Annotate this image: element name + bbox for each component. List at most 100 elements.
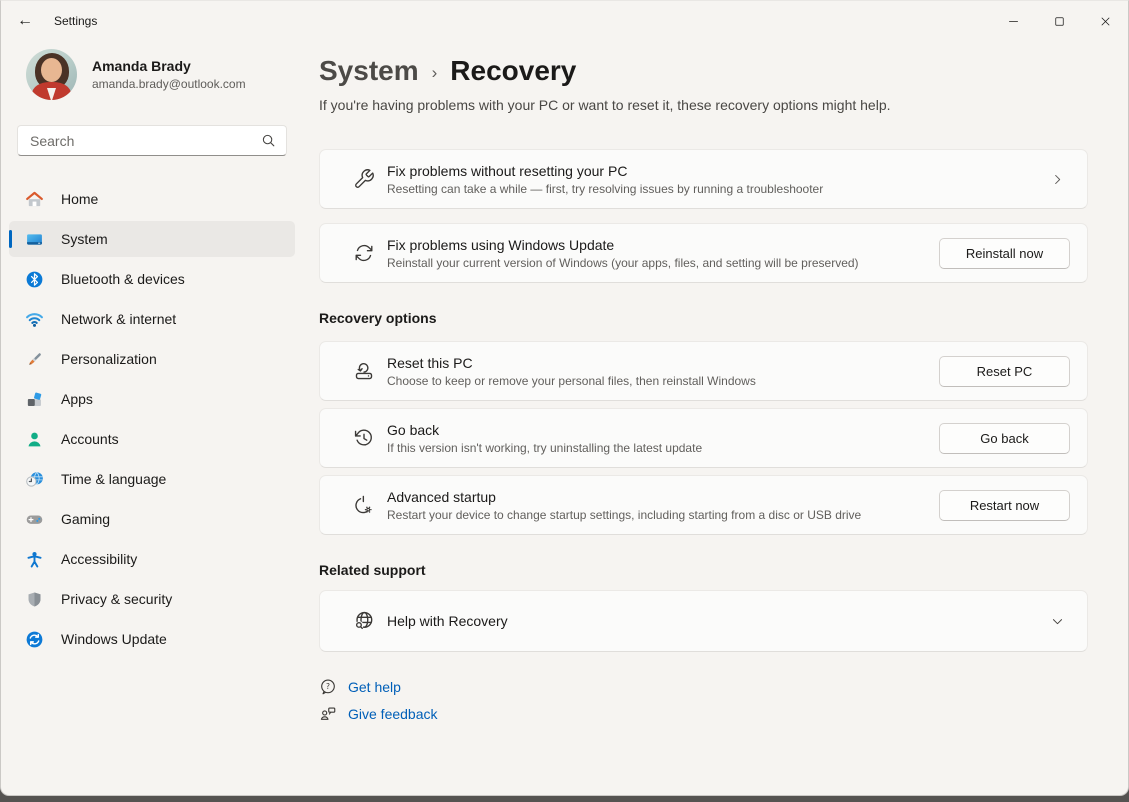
sidebar-item-system[interactable]: System [9,221,295,257]
sidebar-item-label: Apps [61,391,93,407]
maximize-button[interactable] [1036,1,1082,41]
search-icon [261,133,276,148]
wrench-icon [353,168,375,190]
back-button[interactable]: ← [6,4,44,38]
footer-link-label: Give feedback [348,706,438,722]
accounts-icon [25,430,44,449]
card-help-with-recovery[interactable]: Help with Recovery [319,590,1088,652]
card-title: Go back [387,422,939,438]
reinstall-now-button[interactable]: Reinstall now [939,238,1070,269]
avatar [26,49,77,100]
main-content: System › Recovery If you're having probl… [319,41,1128,795]
feedback-icon [319,705,337,723]
profile-name: Amanda Brady [92,58,246,74]
card-description: If this version isn't working, try unins… [387,441,939,455]
sidebar-item-label: Accessibility [61,551,137,567]
sidebar-item-gaming[interactable]: Gaming [9,501,295,537]
card-fix-windows-update: Fix problems using Windows Update Reinst… [319,223,1088,283]
sidebar-item-personalization[interactable]: Personalization [9,341,295,377]
breadcrumb: System › Recovery [319,55,1088,87]
sidebar-item-label: Gaming [61,511,110,527]
sidebar-item-bluetooth[interactable]: Bluetooth & devices [9,261,295,297]
sidebar: Amanda Brady amanda.brady@outlook.com Ho… [1,41,303,795]
breadcrumb-chevron-icon: › [432,63,438,83]
sidebar-item-privacy[interactable]: Privacy & security [9,581,295,617]
card-description: Choose to keep or remove your personal f… [387,374,939,388]
breadcrumb-parent[interactable]: System [319,55,419,87]
sidebar-item-time-language[interactable]: Time & language [9,461,295,497]
gaming-icon [25,510,44,529]
card-description: Reinstall your current version of Window… [387,256,939,270]
chevron-right-icon [1050,172,1065,187]
close-icon [1098,14,1113,29]
sidebar-item-apps[interactable]: Apps [9,381,295,417]
windows-update-icon [25,630,44,649]
network-icon [25,310,44,329]
sidebar-item-network[interactable]: Network & internet [9,301,295,337]
card-title: Help with Recovery [387,613,1050,629]
top-cards: Fix problems without resetting your PC R… [319,149,1088,283]
recovery-options-group: Reset this PC Choose to keep or remove y… [319,341,1088,535]
footer-link-label: Get help [348,679,401,695]
sidebar-item-label: Personalization [61,351,157,367]
history-icon [353,427,375,449]
maximize-icon [1052,14,1067,29]
sidebar-item-label: System [61,231,108,247]
power-gear-icon [353,494,375,516]
titlebar: ← Settings [1,1,1128,41]
card-title: Reset this PC [387,355,939,371]
apps-icon [25,390,44,409]
sidebar-item-accounts[interactable]: Accounts [9,421,295,457]
sidebar-item-windows-update[interactable]: Windows Update [9,621,295,657]
sidebar-item-label: Privacy & security [61,591,172,607]
search-input[interactable] [30,133,261,149]
section-heading-related-support: Related support [319,562,1088,578]
sidebar-item-label: Accounts [61,431,119,447]
sidebar-nav: Home System Bluetooth & devices Network … [1,181,303,657]
minimize-button[interactable] [990,1,1036,41]
sidebar-item-label: Bluetooth & devices [61,271,185,287]
reset-pc-icon [353,360,375,382]
card-advanced-startup: Advanced startup Restart your device to … [319,475,1088,535]
bluetooth-icon [25,270,44,289]
card-fix-without-resetting[interactable]: Fix problems without resetting your PC R… [319,149,1088,209]
accessibility-icon [25,550,44,569]
profile-email: amanda.brady@outlook.com [92,77,246,91]
reset-pc-button[interactable]: Reset PC [939,356,1070,387]
window-title: Settings [54,14,97,28]
sidebar-item-label: Network & internet [61,311,176,327]
page-description: If you're having problems with your PC o… [319,97,1088,113]
footer-links: ? Get help Give feedback [319,678,1088,723]
sync-icon [353,242,375,264]
card-description: Resetting can take a while — first, try … [387,182,1050,196]
card-title: Fix problems using Windows Update [387,237,939,253]
home-icon [25,190,44,209]
personalization-icon [25,350,44,369]
close-button[interactable] [1082,1,1128,41]
system-icon [25,230,44,249]
card-reset-this-pc: Reset this PC Choose to keep or remove y… [319,341,1088,401]
sidebar-item-accessibility[interactable]: Accessibility [9,541,295,577]
get-help-link[interactable]: ? Get help [319,678,401,696]
restart-now-button[interactable]: Restart now [939,490,1070,521]
minimize-icon [1006,14,1021,29]
globe-search-icon [353,610,375,632]
section-heading-recovery-options: Recovery options [319,310,1088,326]
go-back-button[interactable]: Go back [939,423,1070,454]
card-description: Restart your device to change startup se… [387,508,939,522]
help-bubble-icon: ? [319,678,337,696]
page-title: Recovery [450,55,576,87]
sidebar-item-label: Home [61,191,98,207]
sidebar-item-label: Windows Update [61,631,167,647]
give-feedback-link[interactable]: Give feedback [319,705,438,723]
search-box[interactable] [17,125,287,156]
privacy-icon [25,590,44,609]
back-arrow-icon: ← [17,12,33,30]
settings-window: ← Settings Amanda Brady amanda.brady@out… [0,0,1129,796]
time-language-icon [25,470,44,489]
sidebar-item-home[interactable]: Home [9,181,295,217]
profile-card[interactable]: Amanda Brady amanda.brady@outlook.com [26,49,287,100]
svg-text:?: ? [326,682,330,691]
card-title: Advanced startup [387,489,939,505]
card-title: Fix problems without resetting your PC [387,163,1050,179]
